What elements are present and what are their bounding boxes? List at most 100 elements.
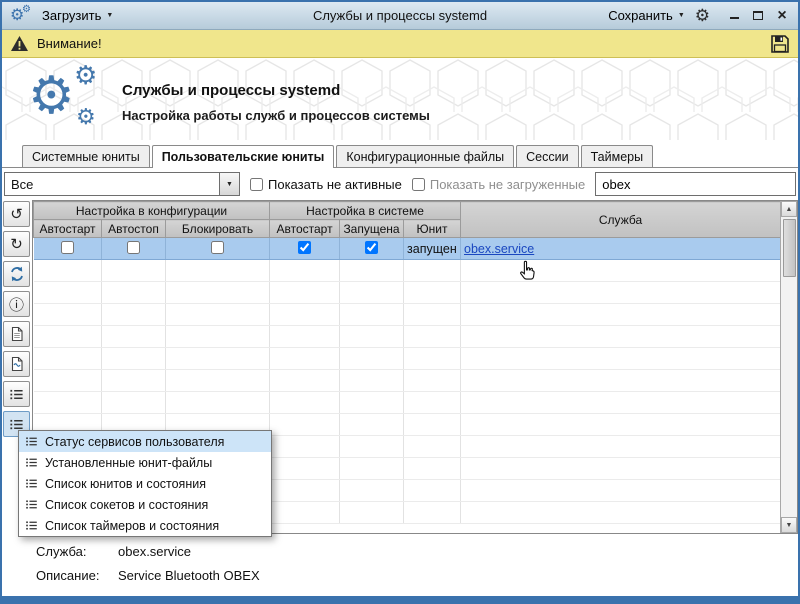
app-gears-icon: ⚙⚙ — [10, 8, 34, 24]
menu-item-user-services-status[interactable]: Статус сервисов пользователя — [19, 431, 271, 452]
running-checkbox[interactable] — [365, 241, 378, 254]
scroll-down-button[interactable]: ▼ — [781, 517, 797, 533]
journal-icon — [9, 356, 25, 372]
list-icon — [25, 477, 38, 490]
hand-cursor-icon — [515, 259, 537, 283]
table-row — [34, 282, 781, 304]
info-icon: ⓘ — [9, 294, 24, 315]
unit-filter-value: Все — [11, 177, 33, 192]
list-icon — [9, 387, 24, 402]
minimize-button[interactable] — [726, 8, 742, 24]
save-menu-label: Сохранить — [608, 8, 673, 23]
warning-text: Внимание! — [37, 36, 102, 51]
list-button[interactable] — [3, 381, 30, 407]
service-link[interactable]: obex.service — [464, 242, 534, 256]
show-inactive-label: Показать не активные — [268, 177, 402, 192]
show-unloaded-checkbox[interactable] — [412, 178, 425, 191]
table-row — [34, 304, 781, 326]
chevron-down-icon: ▼ — [106, 12, 113, 19]
save-file-button[interactable] — [770, 34, 790, 54]
page-subtitle: Настройка работы служб и процессов систе… — [122, 108, 430, 123]
close-button[interactable]: × — [774, 8, 790, 24]
menu-item-units-and-states[interactable]: Список юнитов и состояния — [19, 473, 271, 494]
maximize-icon — [753, 11, 763, 20]
tab-sessions[interactable]: Сессии — [516, 145, 578, 167]
gears-graphic: ⚙ ⚙ ⚙ — [28, 64, 120, 136]
settings-gear-button[interactable]: ⚙ — [695, 7, 710, 24]
vertical-scrollbar: ▲ ▼ — [780, 201, 797, 533]
list-icon — [25, 519, 38, 532]
column-header: Автостоп — [102, 220, 166, 238]
scrollbar-thumb[interactable] — [783, 219, 796, 277]
group-header-config: Настройка в конфигурации — [34, 202, 270, 220]
tab-timers[interactable]: Таймеры — [581, 145, 654, 167]
tab-system-units[interactable]: Системные юниты — [22, 145, 150, 167]
sync-icon — [9, 266, 25, 282]
autostart-system-checkbox[interactable] — [298, 241, 311, 254]
detail-panel: Служба: obex.service Описание: Service B… — [2, 534, 798, 596]
warning-bar: Внимание! — [2, 30, 798, 58]
search-input[interactable] — [595, 172, 796, 196]
unit-state-cell: запущен — [404, 238, 461, 260]
undo-icon: ↺ — [10, 205, 23, 223]
group-header-system: Настройка в системе — [270, 202, 461, 220]
service-value: obex.service — [118, 544, 191, 559]
status-popup-menu: Статус сервисов пользователя Установленн… — [18, 430, 272, 537]
tab-user-units[interactable]: Пользовательские юниты — [152, 145, 335, 168]
autostop-checkbox[interactable] — [127, 241, 140, 254]
chevron-down-icon: ▼ — [678, 12, 685, 19]
table-row — [34, 392, 781, 414]
description-label: Описание: — [36, 568, 118, 583]
load-menu-label: Загрузить — [42, 8, 101, 23]
warning-icon — [10, 35, 29, 52]
titlebar: ⚙⚙ Загрузить ▼ Службы и процессы systemd… — [2, 2, 798, 30]
scroll-up-button[interactable]: ▲ — [781, 201, 797, 217]
column-header: Юнит — [404, 220, 461, 238]
column-header: Блокировать — [166, 220, 270, 238]
tab-bar: Системные юниты Пользовательские юниты К… — [2, 140, 798, 168]
app-window: ⚙⚙ Загрузить ▼ Службы и процессы systemd… — [0, 0, 800, 604]
list-icon — [25, 498, 38, 511]
menu-item-sockets-and-states[interactable]: Список сокетов и состояния — [19, 494, 271, 515]
combo-dropdown-button[interactable]: ▼ — [219, 173, 239, 195]
reload-button[interactable]: ↻ — [3, 231, 30, 257]
block-checkbox[interactable] — [211, 241, 224, 254]
redo-icon: ↻ — [10, 235, 23, 253]
minimize-icon — [730, 12, 739, 19]
autostart-config-checkbox[interactable] — [61, 241, 74, 254]
sync-button[interactable] — [3, 261, 30, 287]
unit-filter-select[interactable]: Все ▼ — [4, 172, 240, 196]
show-unloaded-label: Показать не загруженные — [430, 177, 585, 192]
show-inactive-checkbox[interactable] — [250, 178, 263, 191]
description-value: Service Bluetooth OBEX — [118, 568, 260, 583]
hero-header: ⚙ ⚙ ⚙ Службы и процессы systemd Настройк… — [2, 58, 798, 140]
service-label: Служба: — [36, 544, 118, 559]
table-row — [34, 348, 781, 370]
history-button[interactable]: ↺ — [3, 201, 30, 227]
journal-button[interactable] — [3, 351, 30, 377]
column-header: Автостарт — [270, 220, 340, 238]
table-row — [34, 326, 781, 348]
file-button[interactable] — [3, 321, 30, 347]
tab-config-files[interactable]: Конфигурационные файлы — [336, 145, 514, 167]
column-header-service: Служба — [461, 202, 781, 238]
maximize-button[interactable] — [750, 8, 766, 24]
show-unloaded-option[interactable]: Показать не загруженные — [412, 177, 585, 192]
load-menu-button[interactable]: Загрузить ▼ — [42, 8, 113, 23]
list-icon — [25, 435, 38, 448]
column-header: Автостарт — [34, 220, 102, 238]
table-row — [34, 370, 781, 392]
menu-item-installed-unit-files[interactable]: Установленные юнит-файлы — [19, 452, 271, 473]
menu-item-timers-and-states[interactable]: Список таймеров и состояния — [19, 515, 271, 536]
table-row — [34, 260, 781, 282]
close-icon: × — [777, 8, 786, 24]
table-row[interactable]: запущен obex.service — [34, 238, 781, 260]
filter-row: Все ▼ Показать не активные Показать не з… — [2, 168, 798, 200]
save-menu-button[interactable]: Сохранить ▼ — [608, 8, 685, 23]
main-area: ↺ ↻ ⓘ — [2, 200, 798, 534]
page-title: Службы и процессы systemd — [122, 82, 430, 99]
list-icon — [25, 456, 38, 469]
column-header: Запущена — [340, 220, 404, 238]
show-inactive-option[interactable]: Показать не активные — [250, 177, 402, 192]
info-button[interactable]: ⓘ — [3, 291, 30, 317]
